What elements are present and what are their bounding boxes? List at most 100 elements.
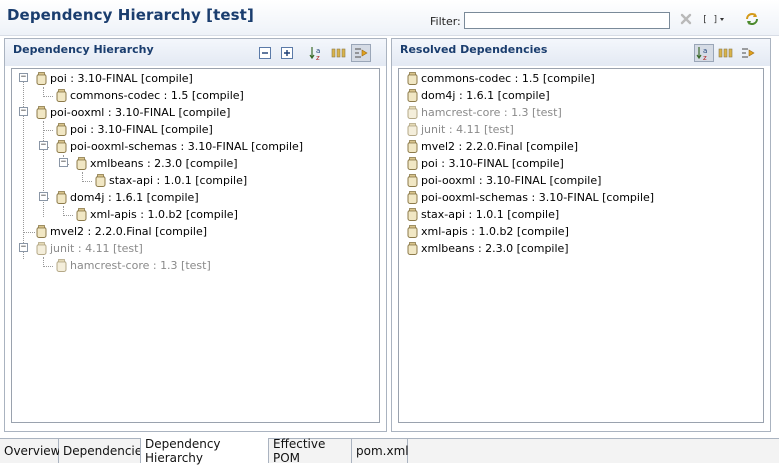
list-item[interactable]: mvel2 : 2.2.0.Final [compile] (407, 138, 578, 154)
list-item[interactable]: stax-api : 1.0.1 [compile] (407, 206, 559, 222)
list-item-label: junit : 4.11 [test] (421, 122, 514, 136)
tree-row[interactable]: poi-ooxml-schemas : 3.10-FINAL [compile] (56, 138, 303, 154)
list-item[interactable]: junit : 4.11 [test] (407, 121, 514, 137)
tree-guide (63, 215, 73, 216)
tree-guide (43, 130, 53, 131)
jar-icon (36, 241, 47, 255)
panel-title: Dependency Hierarchy (13, 43, 154, 56)
tree-row[interactable]: poi : 3.10-FINAL [compile] (36, 70, 193, 86)
list-item[interactable]: poi : 3.10-FINAL [compile] (407, 155, 564, 171)
list-item[interactable]: hamcrest-core : 1.3 [test] (407, 104, 562, 120)
tab-overview[interactable]: Overview (0, 439, 61, 463)
tree-guide (43, 266, 53, 267)
collapse-toggle-icon[interactable]: − (39, 141, 48, 150)
show-groupid-icon[interactable] (716, 44, 736, 62)
hierarchy-tree[interactable]: poi : 3.10-FINAL [compile] − commons-cod… (11, 68, 380, 423)
list-item[interactable]: xml-apis : 1.0.b2 [compile] (407, 223, 569, 239)
svg-text:z: z (703, 54, 707, 61)
jar-icon (56, 258, 67, 272)
resolved-list[interactable]: commons-codec : 1.5 [compile] dom4j : 1.… (398, 68, 764, 423)
show-groupid-icon[interactable] (329, 44, 349, 62)
tree-guide (23, 232, 35, 233)
tree-row-label: poi-ooxml : 3.10-FINAL [compile] (50, 105, 231, 119)
tab-dependencies[interactable]: Dependencies (59, 439, 148, 463)
jar-icon (407, 122, 418, 136)
page-title: Dependency Hierarchy [test] (7, 6, 254, 24)
tree-row[interactable]: stax-api : 1.0.1 [compile] (95, 172, 247, 188)
jar-icon (407, 156, 418, 170)
list-item[interactable]: commons-codec : 1.5 [compile] (407, 70, 595, 86)
jar-icon (36, 105, 47, 119)
jar-icon (76, 156, 87, 170)
tab-effective-pom[interactable]: Effective POM (269, 437, 352, 465)
refresh-icon[interactable] (743, 10, 761, 28)
tree-row[interactable]: poi-ooxml : 3.10-FINAL [compile] (36, 104, 230, 120)
jar-icon (407, 224, 418, 238)
link-selection-icon[interactable] (351, 44, 371, 62)
list-item-label: commons-codec : 1.5 [compile] (421, 71, 595, 85)
tree-row-label: hamcrest-core : 1.3 [test] (70, 258, 211, 272)
tree-row-label: dom4j : 1.6.1 [compile] (70, 190, 199, 204)
resolved-dependencies-panel: Resolved Dependencies a z commons-codec … (391, 38, 771, 432)
collapse-toggle-icon[interactable]: − (19, 73, 28, 82)
sort-alpha-icon[interactable]: a z (307, 44, 327, 62)
collapse-toggle-icon[interactable]: − (39, 192, 48, 201)
jar-icon (407, 88, 418, 102)
filter-label: Filter: (430, 15, 461, 28)
jar-icon (407, 241, 418, 255)
filter-input[interactable] (464, 12, 670, 29)
jar-icon (56, 122, 67, 136)
panel-title: Resolved Dependencies (400, 43, 548, 56)
list-item[interactable]: dom4j : 1.6.1 [compile] (407, 87, 550, 103)
collapse-toggle-icon[interactable]: − (19, 243, 28, 252)
jar-icon (407, 105, 418, 119)
expand-all-icon[interactable] (277, 44, 297, 62)
tree-row-label: poi-ooxml-schemas : 3.10-FINAL [compile] (70, 139, 304, 153)
list-item[interactable]: poi-ooxml-schemas : 3.10-FINAL [compile] (407, 189, 654, 205)
tree-guide (43, 121, 44, 217)
clear-filter-icon[interactable] (677, 10, 695, 28)
tree-row[interactable]: dom4j : 1.6.1 [compile] (56, 189, 199, 205)
editor-tabs: Overview Dependencies Dependency Hierarc… (0, 437, 779, 465)
jar-icon (76, 207, 87, 221)
jar-icon (56, 88, 67, 102)
svg-text:[ ]: [ ] (702, 15, 718, 25)
tree-row-label: commons-codec : 1.5 [compile] (70, 88, 244, 102)
tree-row[interactable]: poi : 3.10-FINAL [compile] (56, 121, 213, 137)
tree-row[interactable]: commons-codec : 1.5 [compile] (56, 87, 244, 103)
tree-row[interactable]: xmlbeans : 2.3.0 [compile] (76, 155, 238, 171)
collapse-toggle-icon[interactable]: − (59, 158, 68, 167)
list-item-label: hamcrest-core : 1.3 [test] (421, 105, 562, 119)
tree-row[interactable]: junit : 4.11 [test] (36, 240, 143, 256)
list-item[interactable]: xmlbeans : 2.3.0 [compile] (407, 240, 569, 256)
tree-row[interactable]: hamcrest-core : 1.3 [test] (56, 257, 211, 273)
tree-row[interactable]: xml-apis : 1.0.b2 [compile] (76, 206, 238, 222)
panel-header: Dependency Hierarchy a z (5, 39, 386, 66)
tree-row[interactable]: mvel2 : 2.2.0.Final [compile] (36, 223, 207, 239)
list-item-label: dom4j : 1.6.1 [compile] (421, 88, 550, 102)
jar-icon (56, 190, 67, 204)
svg-text:z: z (316, 54, 320, 61)
jar-icon (407, 139, 418, 153)
list-item-label: poi-ooxml-schemas : 3.10-FINAL [compile] (421, 190, 655, 204)
view-menu-icon[interactable]: [ ] (700, 10, 726, 28)
tab-pom-xml[interactable]: pom.xml (352, 439, 409, 463)
link-selection-icon[interactable] (738, 44, 758, 62)
list-item-label: mvel2 : 2.2.0.Final [compile] (421, 139, 579, 153)
editor-header: Dependency Hierarchy [test] Filter: [ ] (0, 0, 779, 36)
list-item-label: xml-apis : 1.0.b2 [compile] (421, 224, 569, 238)
collapse-all-icon[interactable] (255, 44, 275, 62)
tab-dependency-hierarchy[interactable]: Dependency Hierarchy (140, 437, 269, 465)
tree-guide (82, 181, 92, 182)
collapse-toggle-icon[interactable]: − (19, 107, 28, 116)
jar-icon (36, 71, 47, 85)
sort-alpha-icon[interactable]: a z (694, 44, 714, 62)
list-item[interactable]: poi-ooxml : 3.10-FINAL [compile] (407, 172, 601, 188)
jar-icon (36, 224, 47, 238)
tree-row-label: poi : 3.10-FINAL [compile] (70, 122, 213, 136)
tree-row-label: stax-api : 1.0.1 [compile] (109, 173, 248, 187)
list-item-label: poi-ooxml : 3.10-FINAL [compile] (421, 173, 602, 187)
tree-guide (43, 96, 53, 97)
jar-icon (407, 190, 418, 204)
jar-icon (407, 71, 418, 85)
